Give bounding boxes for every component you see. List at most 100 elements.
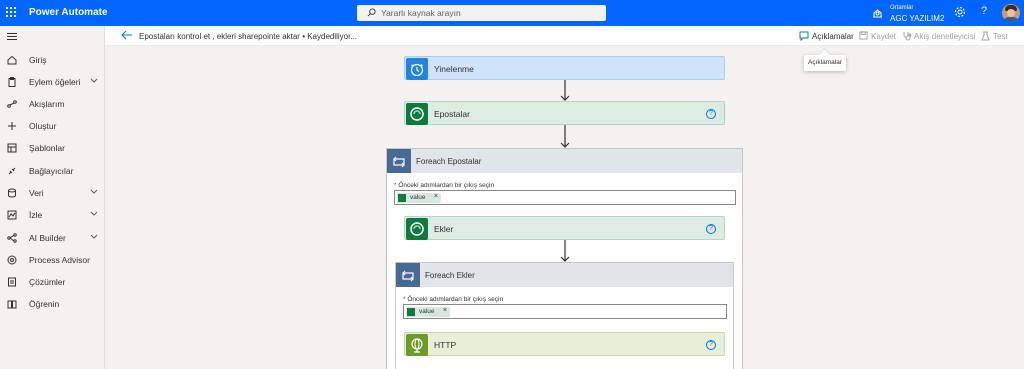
chevron-down-icon[interactable] <box>90 234 98 240</box>
value-token[interactable]: value × <box>397 193 441 203</box>
sidebar-item-label: AI Builder <box>29 233 66 243</box>
sidebar-item-7[interactable]: İzle <box>0 205 104 225</box>
sidebar-item-label: Veri <box>29 188 44 198</box>
dataverse-icon <box>406 218 428 240</box>
remove-token-icon[interactable]: × <box>443 307 447 314</box>
sidebar-item-label: Şablonlar <box>29 143 65 153</box>
connector-icon <box>8 167 16 175</box>
database-icon <box>8 188 16 198</box>
action-title-epostalar: Epostalar <box>434 109 470 119</box>
field-label-text: Önceki adımlardan bir çıkış seçin <box>407 296 504 303</box>
gear-icon[interactable] <box>954 6 966 18</box>
sidebar-item-6[interactable]: Veri <box>0 183 104 203</box>
plus-icon <box>8 122 16 130</box>
flow-icon <box>7 100 17 108</box>
sidebar-item-4[interactable]: Şablonlar <box>0 138 104 158</box>
sidebar-item-label: Process Advisor <box>29 255 90 265</box>
sidebar-item-11[interactable]: Öğrenin <box>0 294 104 314</box>
ai-builder-icon <box>7 233 17 243</box>
chevron-down-icon[interactable] <box>90 211 98 217</box>
app-launcher-icon[interactable] <box>6 7 18 19</box>
connector-arrow <box>560 125 570 148</box>
loop-icon <box>396 263 420 287</box>
chevron-down-icon[interactable] <box>90 78 98 84</box>
remove-token-icon[interactable]: × <box>434 193 438 200</box>
loop-icon <box>387 149 411 173</box>
action-card-epostalar[interactable]: Epostalar ? <box>404 101 725 125</box>
sidebar-item-label: Giriş <box>29 55 47 65</box>
connector-arrow <box>560 80 570 101</box>
field-label: * Önceki adımlardan bir çıkış seçin <box>394 182 495 189</box>
action-title-ekler: Ekler <box>434 224 454 234</box>
comments-label: Açıklamalar <box>812 32 854 41</box>
flow-checker-label: Akış denetleyicisi <box>914 32 976 41</box>
value-token[interactable]: value × <box>406 307 450 317</box>
sidebar-item-label: Eylem öğeleri <box>29 77 81 87</box>
flow-title: Epostaları kontrol et , ekleri sharepoin… <box>139 32 358 41</box>
hamburger-icon[interactable] <box>7 33 17 42</box>
field-label-text: Önceki adımlardan bir çıkış seçin <box>398 182 495 189</box>
clipboard-icon <box>8 77 16 87</box>
action-card-ekler[interactable]: Ekler ? <box>404 216 725 240</box>
foreach-title: Foreach Epostalar <box>416 157 482 166</box>
app-title[interactable]: Power Automate <box>29 7 108 18</box>
book-icon <box>7 300 17 309</box>
help-circle-icon[interactable]: ? <box>706 224 716 234</box>
help-circle-icon[interactable]: ? <box>706 340 716 350</box>
action-title-http: HTTP <box>434 340 457 350</box>
search-icon <box>367 8 376 17</box>
help-circle-icon[interactable]: ? <box>706 109 716 119</box>
sidebar-item-label: İzle <box>29 210 43 220</box>
sidebar-item-8[interactable]: AI Builder <box>0 228 104 248</box>
chevron-down-icon[interactable] <box>90 189 98 195</box>
select-output-field[interactable]: value × <box>403 304 727 319</box>
environment-icon[interactable] <box>872 8 883 18</box>
sidebar-item-label: Akışlarım <box>29 99 65 109</box>
foreach-title: Foreach Ekler <box>425 271 475 280</box>
test-label: Test <box>993 32 1008 41</box>
save-icon <box>859 31 868 40</box>
sidebar-item-2[interactable]: Akışlarım <box>0 94 104 114</box>
dataverse-icon <box>406 103 428 125</box>
sidebar-item-label: Çözümler <box>29 277 66 287</box>
avatar[interactable] <box>1002 4 1020 22</box>
foreach-header[interactable]: Foreach Epostalar <box>387 149 742 173</box>
sidebar-item-10[interactable]: Çözümler <box>0 272 104 292</box>
comment-icon <box>799 31 809 41</box>
sidebar-item-0[interactable]: Giriş <box>0 50 104 70</box>
comments-tooltip: Açıklamalar <box>804 55 846 71</box>
help-icon[interactable]: ? <box>981 5 987 17</box>
environment-picker[interactable]: Ortamlar AGC YAZILIM2 <box>890 4 944 23</box>
search-placeholder: Yararlı kaynak arayın <box>381 8 461 18</box>
environment-label: Ortamlar <box>890 5 914 11</box>
select-output-field[interactable]: value × <box>394 190 736 205</box>
flask-icon <box>981 31 990 41</box>
sidebar-item-label: Oluştur <box>29 121 57 131</box>
dataverse-icon <box>398 194 406 202</box>
home-icon <box>7 55 17 65</box>
trigger-card-recurrence[interactable]: Yinelenme <box>404 56 725 80</box>
search-box[interactable]: Yararlı kaynak arayın <box>357 5 606 21</box>
token-label: value <box>419 308 435 315</box>
trigger-title: Yinelenme <box>434 64 474 74</box>
sidebar-item-label: Bağlayıcılar <box>29 166 74 176</box>
process-advisor-icon <box>7 255 17 265</box>
foreach-header[interactable]: Foreach Ekler <box>396 263 733 287</box>
back-arrow-icon[interactable] <box>121 30 133 40</box>
command-bar: Epostaları kontrol et , ekleri sharepoin… <box>105 26 1024 46</box>
globe-icon <box>406 334 428 356</box>
sidebar-item-3[interactable]: Oluştur <box>0 116 104 136</box>
top-bar: Power Automate Yararlı kaynak arayın Ort… <box>0 0 1024 26</box>
action-card-http[interactable]: HTTP ? <box>404 332 725 356</box>
clock-icon <box>406 58 428 80</box>
token-label: value <box>410 194 426 201</box>
environment-value: AGC YAZILIM2 <box>890 14 945 23</box>
save-label: Kaydet <box>871 32 896 41</box>
connector-arrow <box>560 240 570 262</box>
sidebar-item-5[interactable]: Bağlayıcılar <box>0 161 104 181</box>
sidebar-item-9[interactable]: Process Advisor <box>0 250 104 270</box>
monitor-icon <box>7 210 17 220</box>
sidebar-item-1[interactable]: Eylem öğeleri <box>0 72 104 92</box>
solutions-icon <box>8 277 16 287</box>
template-icon <box>7 143 17 153</box>
